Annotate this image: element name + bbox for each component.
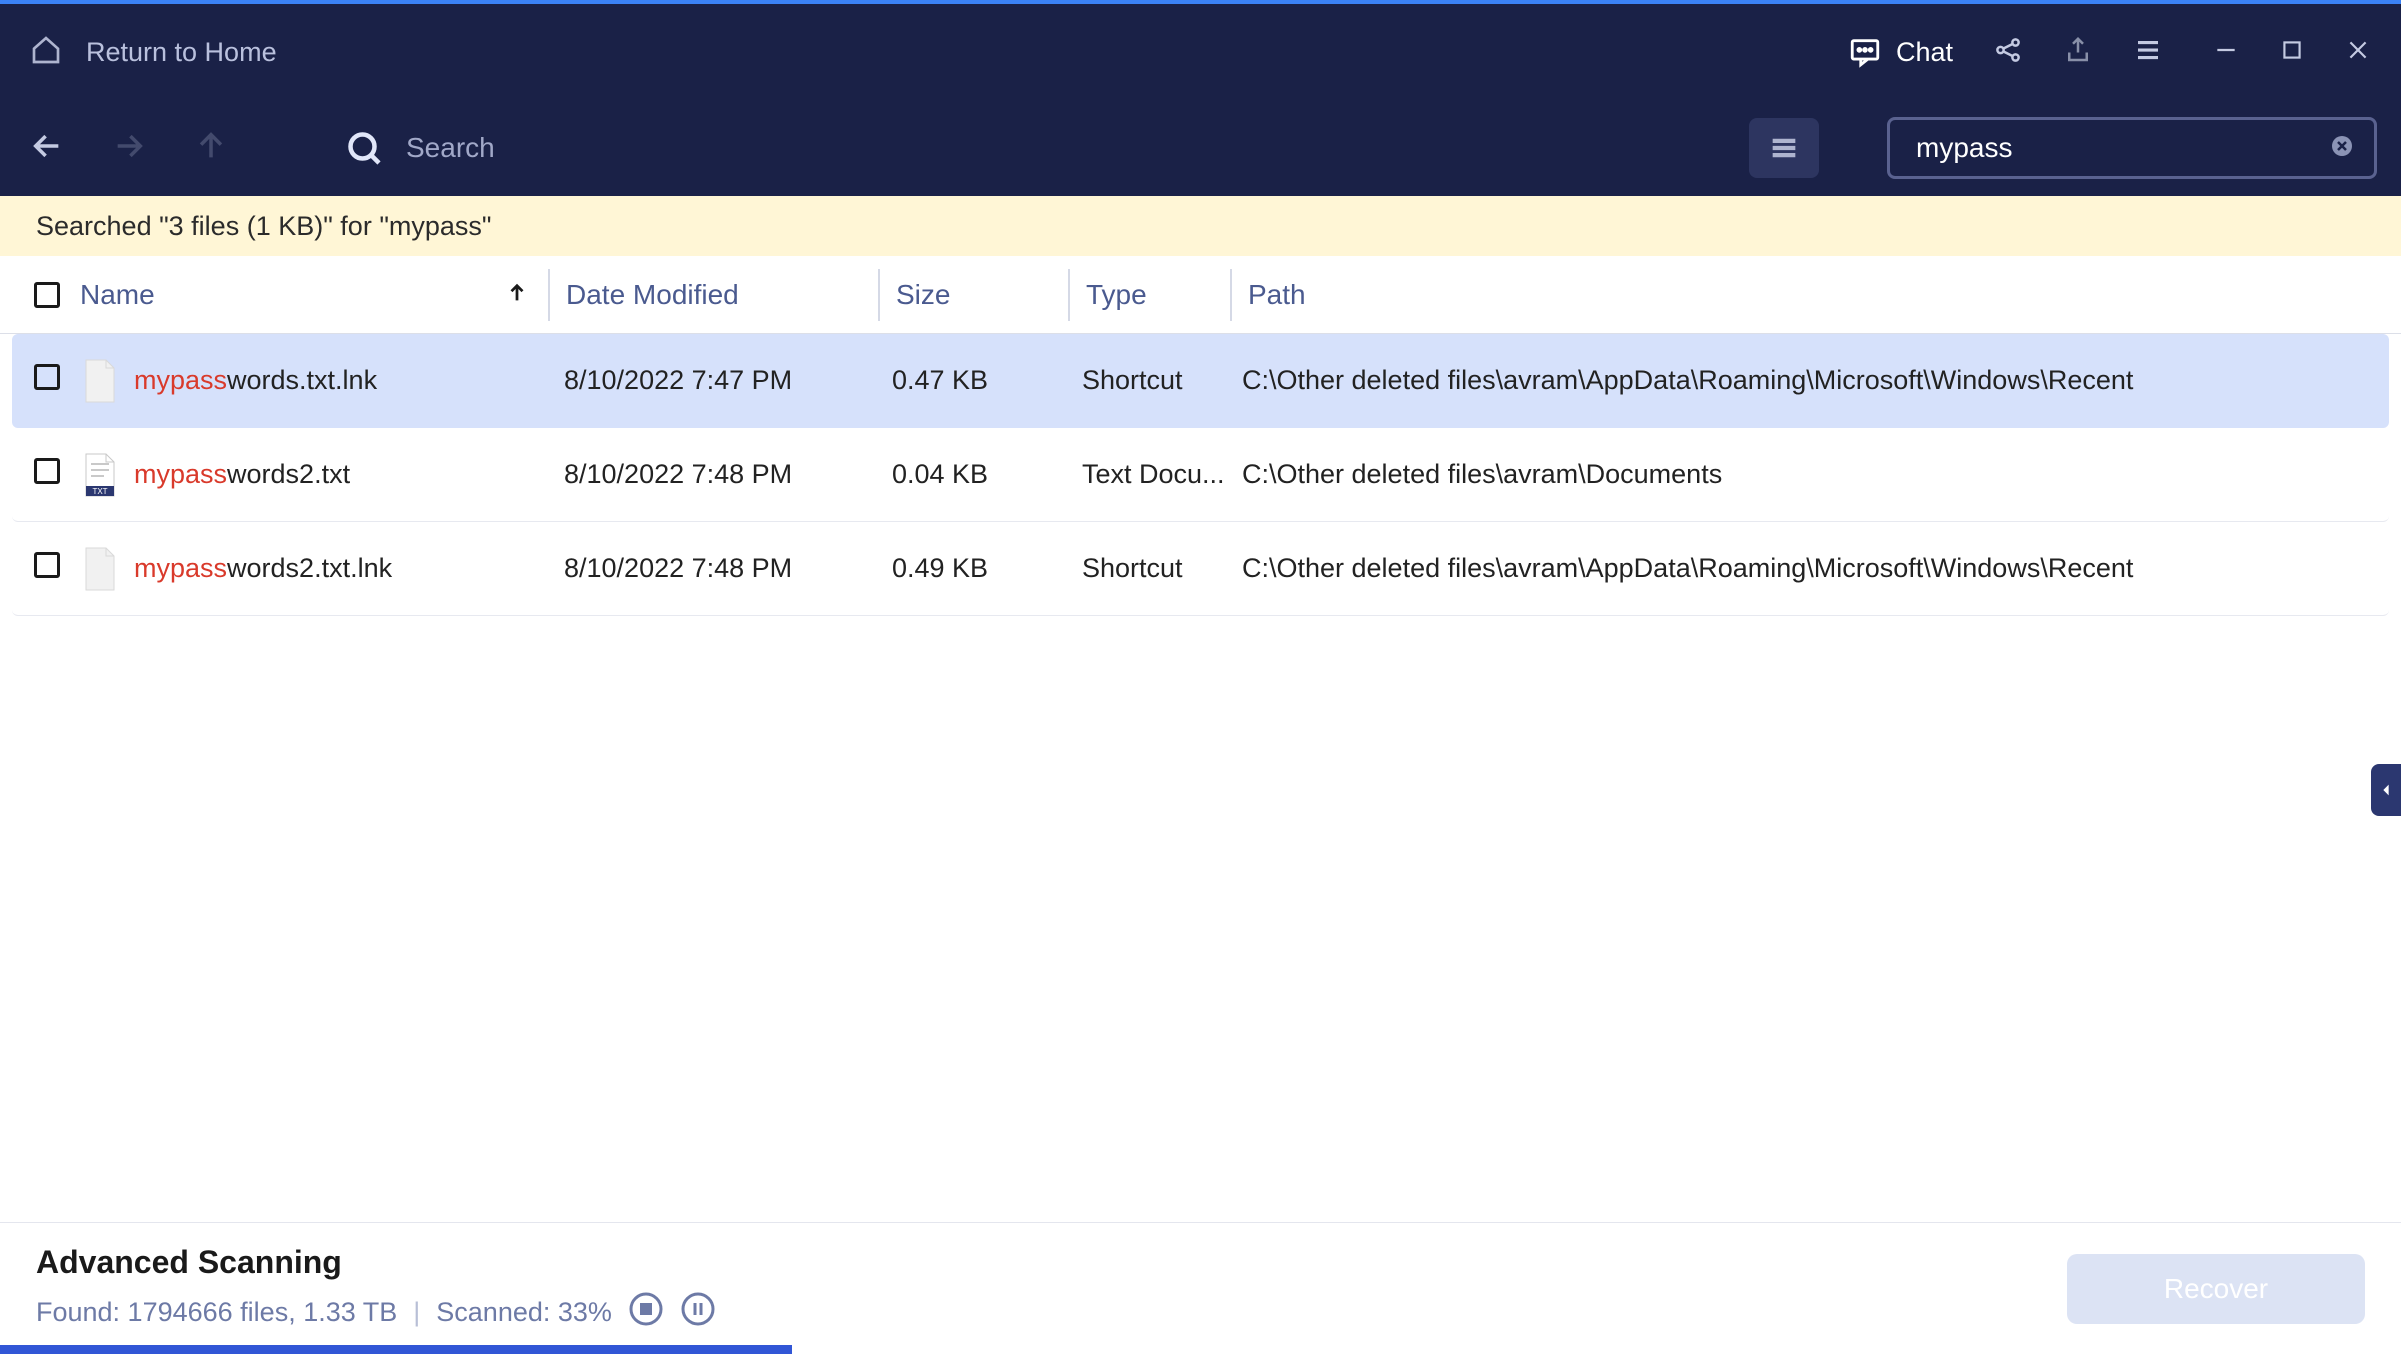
results-list: mypasswords.txt.lnk 8/10/2022 7:47 PM0.47… [0,334,2401,616]
search-status-bar: Searched "3 files (1 KB)" for "mypass" [0,196,2401,256]
chat-label: Chat [1896,37,1953,68]
up-button [194,129,228,168]
table-row[interactable]: mypasswords2.txt.lnk 8/10/2022 7:48 PM0.4… [12,522,2389,616]
file-name: mypasswords2.txt [134,459,350,490]
toolbar: Search [0,100,2401,196]
menu-icon[interactable] [2133,35,2163,70]
file-date: 8/10/2022 7:47 PM [548,365,876,396]
file-icon [80,357,120,405]
column-path[interactable]: Path [1232,256,2379,333]
search-input[interactable] [1916,132,2330,164]
file-size: 0.49 KB [876,553,1066,584]
recover-button[interactable]: Recover [2067,1254,2365,1324]
file-path: C:\Other deleted files\avram\Documents [1226,459,2379,490]
table-row[interactable]: mypasswords.txt.lnk 8/10/2022 7:47 PM0.47… [12,334,2389,428]
file-date: 8/10/2022 7:48 PM [548,553,876,584]
chat-button[interactable]: Chat [1848,35,1953,69]
search-label: Search [406,132,495,164]
close-button[interactable] [2345,37,2371,68]
sort-asc-icon [506,279,528,311]
return-home-link[interactable]: Return to Home [86,37,277,68]
forward-button [112,129,146,168]
title-bar: Return to Home Chat [0,4,2401,100]
pause-scan-button[interactable] [680,1291,716,1334]
row-checkbox[interactable] [34,364,60,390]
view-options-button[interactable] [1749,118,1819,178]
scan-title: Advanced Scanning [36,1244,716,1281]
column-type[interactable]: Type [1070,256,1230,333]
found-label: Found: 1794666 files, 1.33 TB [36,1297,397,1328]
row-checkbox[interactable] [34,458,60,484]
file-type: Shortcut [1066,553,1226,584]
row-checkbox[interactable] [34,552,60,578]
file-path: C:\Other deleted files\avram\AppData\Roa… [1226,553,2379,584]
side-panel-toggle[interactable] [2371,764,2401,816]
file-type: Text Docu... [1066,459,1226,490]
search-status-text: Searched "3 files (1 KB)" for "mypass" [36,211,492,242]
search-field[interactable] [1887,117,2377,179]
file-icon [80,545,120,593]
stop-scan-button[interactable] [628,1291,664,1334]
column-date[interactable]: Date Modified [550,256,878,333]
table-row[interactable]: TXT mypasswords2.txt 8/10/2022 7:48 PM0.04… [12,428,2389,522]
share-icon[interactable] [1993,35,2023,70]
scanned-label: Scanned: 33% [436,1297,612,1328]
column-size[interactable]: Size [880,256,1068,333]
file-size: 0.04 KB [876,459,1066,490]
svg-text:TXT: TXT [92,487,107,496]
export-icon[interactable] [2063,35,2093,70]
file-size: 0.47 KB [876,365,1066,396]
file-name: mypasswords2.txt.lnk [134,553,392,584]
maximize-button[interactable] [2279,37,2305,68]
search-zone[interactable]: Search [346,130,495,166]
back-button[interactable] [30,129,64,168]
file-icon: TXT [80,451,120,499]
column-name[interactable]: Name [80,256,548,333]
home-icon[interactable] [30,34,62,71]
clear-search-icon[interactable] [2330,134,2354,163]
table-header: Name Date Modified Size Type Path [0,256,2401,334]
file-date: 8/10/2022 7:48 PM [548,459,876,490]
footer: Advanced Scanning Found: 1794666 files, … [0,1222,2401,1354]
minimize-button[interactable] [2213,37,2239,68]
file-name: mypasswords.txt.lnk [134,365,377,396]
select-all-checkbox[interactable] [34,282,60,308]
file-type: Shortcut [1066,365,1226,396]
file-path: C:\Other deleted files\avram\AppData\Roa… [1226,365,2379,396]
progress-bar [0,1345,792,1354]
